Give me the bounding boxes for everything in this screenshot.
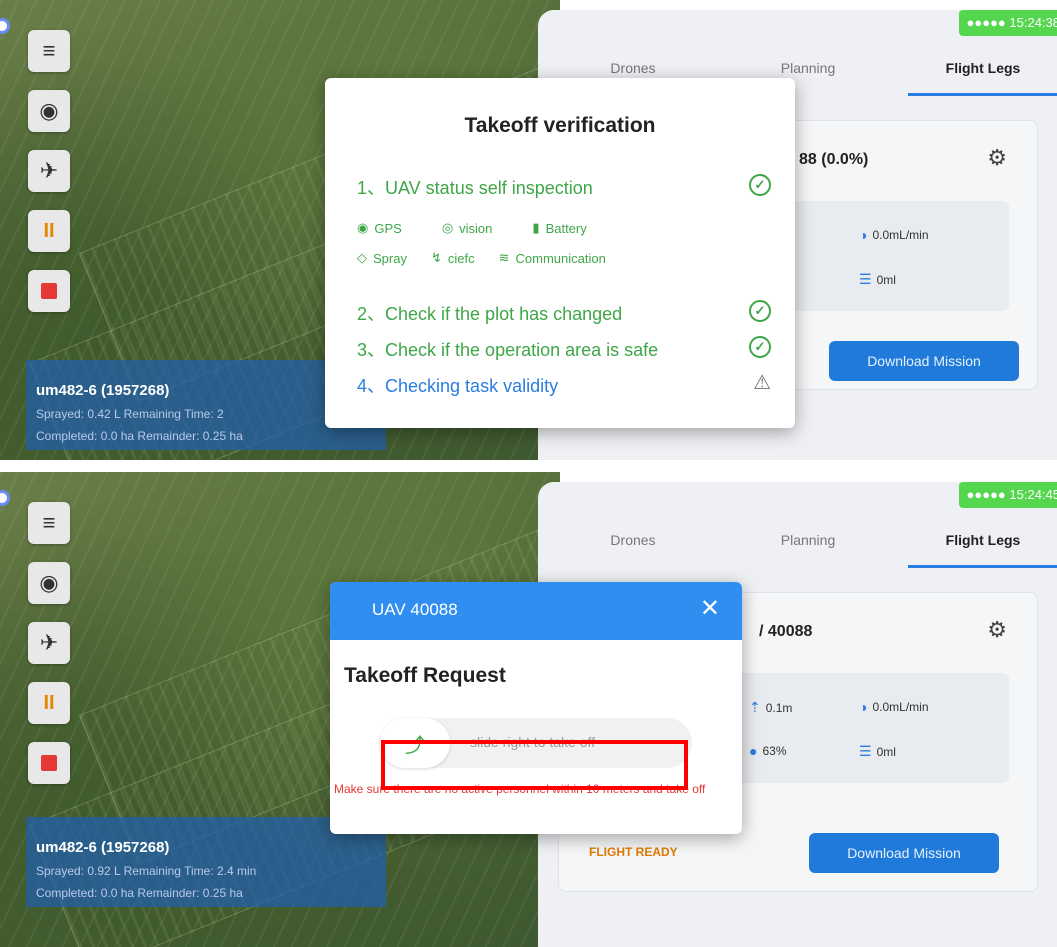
screenshot-bottom: ≡ ◉ ✈ II um482-6 (1957268) Sprayed: 0.92… <box>0 472 1057 947</box>
link-icon: ↯ <box>430 250 442 265</box>
inspection-items-row: ◇ Spray ↯ ciefc ≋ Communication <box>357 250 606 266</box>
check-icon: ✓ <box>749 336 771 358</box>
flow-stat: ◑ 0.0mL/min <box>859 227 929 243</box>
height-icon: ⇡ <box>749 699 761 715</box>
volume-stat: ☰ 0ml <box>859 271 896 288</box>
height-stat: ⇡ 0.1m <box>749 699 792 716</box>
locate-icon[interactable]: ◉ <box>28 562 70 604</box>
flight-ready-status: FLIGHT READY <box>589 845 678 859</box>
plane-icon[interactable]: ✈ <box>28 150 70 192</box>
tab-drones[interactable]: Drones <box>558 528 708 568</box>
drone-stats-row: Completed: 0.0 ha Remainder: 0.25 ha <box>36 429 243 443</box>
battery-item: ▮ Battery <box>532 220 586 236</box>
inspection-items-row: ◉ GPS ◎ vision ▮ Battery <box>357 220 587 236</box>
download-mission-button[interactable]: Download Mission <box>829 341 1019 381</box>
time-badge: ●●●●● 15:24:38 <box>958 10 1057 36</box>
time-value: 15:24:45 <box>1009 487 1057 502</box>
volume-icon: ☰ <box>859 743 872 759</box>
screenshot-top: ≡ ◉ ✈ II um482-6 (1957268) Sprayed: 0.42… <box>0 0 1057 460</box>
stop-icon[interactable] <box>28 270 70 312</box>
time-value: 15:24:38 <box>1009 15 1057 30</box>
battery-label: Battery <box>545 220 587 236</box>
battery-stat: ● 63% <box>749 743 787 759</box>
drone-stats-row: Completed: 0.0 ha Remainder: 0.25 ha <box>36 886 243 900</box>
page: ≡ ◉ ✈ II um482-6 (1957268) Sprayed: 0.42… <box>0 0 1057 947</box>
flow-icon: ◑ <box>859 227 868 243</box>
gps-item: ◉ GPS <box>357 220 402 236</box>
height-value: 0.1m <box>765 700 793 715</box>
communication-label: Communication <box>515 250 606 266</box>
vision-item: ◎ vision <box>442 220 493 236</box>
flow-value: 0.0mL/min <box>872 700 929 714</box>
check-icon: ✓ <box>749 300 771 322</box>
drone-name: um482-6 (1957268) <box>36 839 170 856</box>
ciefc-item: ↯ ciefc <box>431 250 475 266</box>
flow-stat: ◑ 0.0mL/min <box>859 699 929 715</box>
drop-icon: ◇ <box>357 250 367 265</box>
flow-icon: ◑ <box>859 699 868 715</box>
menu-icon[interactable]: ≡ <box>28 502 70 544</box>
step-area-safe: 3、Check if the operation area is safe <box>357 340 659 360</box>
ciefc-label: ciefc <box>447 250 475 266</box>
tab-planning[interactable]: Planning <box>733 528 883 568</box>
vision-label: vision <box>459 220 493 236</box>
step-task-validity: 4、Checking task validity <box>357 376 559 396</box>
drone-stats-row: Sprayed: 0.92 L Remaining Time: 2.4 min <box>36 864 257 878</box>
takeoff-request-dialog: UAV 40088 ✕ Takeoff Request ⤴ slide righ… <box>330 582 742 834</box>
spray-label: Spray <box>373 250 407 266</box>
separator <box>0 460 1057 472</box>
step-self-inspection: 1、UAV status self inspection <box>357 178 593 198</box>
stop-icon[interactable] <box>28 742 70 784</box>
battery-icon: ▮ <box>532 220 540 235</box>
dialog-header: UAV 40088 ✕ <box>330 582 742 640</box>
pause-icon[interactable]: II <box>28 210 70 252</box>
tab-flight-legs[interactable]: Flight Legs <box>908 528 1057 568</box>
card-title: / 40088 <box>759 623 813 640</box>
battery-icon: ● <box>749 743 758 759</box>
dialog-title: Takeoff verification <box>464 114 656 137</box>
step-plot-changed: 2、Check if the plot has changed <box>357 304 623 324</box>
highlight-box <box>381 740 688 790</box>
pause-icon[interactable]: II <box>28 682 70 724</box>
volume-stat: ☰ 0ml <box>859 743 896 760</box>
flow-value: 0.0mL/min <box>872 228 929 242</box>
gps-icon: ◉ <box>357 220 369 235</box>
volume-value: 0ml <box>876 272 896 287</box>
plane-icon[interactable]: ✈ <box>28 622 70 664</box>
map-controls: ≡ ◉ ✈ II <box>28 502 70 784</box>
menu-icon[interactable]: ≡ <box>28 30 70 72</box>
gear-icon[interactable]: ⚙ <box>987 145 1007 171</box>
locate-icon[interactable]: ◉ <box>28 90 70 132</box>
close-icon[interactable]: ✕ <box>700 594 720 623</box>
spray-item: ◇ Spray <box>357 250 407 266</box>
download-mission-button[interactable]: Download Mission <box>809 833 999 873</box>
tab-bar: Drones Planning Flight Legs <box>558 528 1057 568</box>
map-controls: ≡ ◉ ✈ II <box>28 30 70 312</box>
volume-value: 0ml <box>876 744 896 759</box>
eye-icon: ◎ <box>441 220 454 235</box>
gps-label: GPS <box>374 220 402 236</box>
warning-icon: ⚠ <box>753 372 771 394</box>
card-title: 88 (0.0%) <box>799 151 869 168</box>
time-badge: ●●●●● 15:24:45 <box>958 482 1057 508</box>
tab-flight-legs[interactable]: Flight Legs <box>908 56 1057 96</box>
takeoff-verification-dialog: Takeoff verification 1、UAV status self i… <box>325 78 795 428</box>
gear-icon[interactable]: ⚙ <box>987 617 1007 643</box>
dialog-title: Takeoff Request <box>344 664 506 687</box>
communication-item: ≋ Communication <box>499 250 606 266</box>
check-icon: ✓ <box>749 174 771 196</box>
dialog-header-title: UAV 40088 <box>372 600 458 619</box>
battery-value: 63% <box>762 744 787 758</box>
volume-icon: ☰ <box>859 271 872 287</box>
wifi-icon: ≋ <box>498 250 510 265</box>
